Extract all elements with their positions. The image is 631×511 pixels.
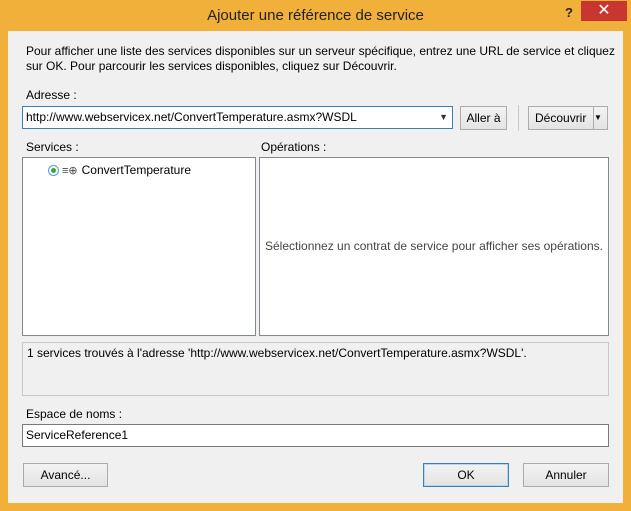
address-dropdown-icon[interactable]: ▼ xyxy=(439,107,448,127)
ok-button[interactable]: OK xyxy=(423,463,509,487)
services-tree[interactable]: ≡⊕ ConvertTemperature xyxy=(22,157,256,336)
namespace-value[interactable]: ServiceReference1 xyxy=(26,428,128,442)
help-button[interactable]: ? xyxy=(560,4,578,22)
services-label: Services : xyxy=(26,140,79,154)
cancel-button[interactable]: Annuler xyxy=(523,463,609,487)
title-bar[interactable]: Ajouter une référence de service ? ✕ xyxy=(0,0,631,31)
operations-empty-text: Sélectionnez un contrat de service pour … xyxy=(265,239,603,253)
discover-button[interactable]: Découvrir ▼ xyxy=(528,106,608,130)
operations-list[interactable]: Sélectionnez un contrat de service pour … xyxy=(259,157,609,336)
operations-label: Opérations : xyxy=(261,140,327,154)
address-value[interactable]: http://www.webservicex.net/ConvertTemper… xyxy=(26,110,357,124)
close-button[interactable]: ✕ xyxy=(581,1,627,21)
dialog-window: Ajouter une référence de service ? ✕ Pou… xyxy=(0,0,631,511)
discover-label[interactable]: Découvrir xyxy=(535,111,586,125)
go-button[interactable]: Aller à xyxy=(460,106,507,130)
dialog-body: Pour afficher une liste des services dis… xyxy=(8,31,623,503)
tree-item-label[interactable]: ConvertTemperature xyxy=(82,163,191,177)
tree-item-convert-temperature[interactable]: ≡⊕ ConvertTemperature xyxy=(48,162,191,178)
namespace-label: Espace de noms : xyxy=(26,407,123,421)
intro-text: Pour afficher une liste des services dis… xyxy=(26,44,615,73)
service-globe-icon: ≡⊕ xyxy=(62,164,78,177)
address-combobox[interactable]: http://www.webservicex.net/ConvertTemper… xyxy=(22,106,453,129)
toolbar-separator xyxy=(518,105,519,131)
status-text: 1 services trouvés à l'adresse 'http://w… xyxy=(27,346,527,360)
window-title: Ajouter une référence de service xyxy=(207,7,424,24)
discover-dropdown-icon[interactable]: ▼ xyxy=(593,107,607,129)
namespace-input[interactable]: ServiceReference1 xyxy=(22,424,609,447)
status-box: 1 services trouvés à l'adresse 'http://w… xyxy=(22,342,609,396)
tree-expander-icon[interactable] xyxy=(48,164,59,176)
advanced-button[interactable]: Avancé... xyxy=(23,463,108,487)
address-label: Adresse : xyxy=(26,88,77,102)
